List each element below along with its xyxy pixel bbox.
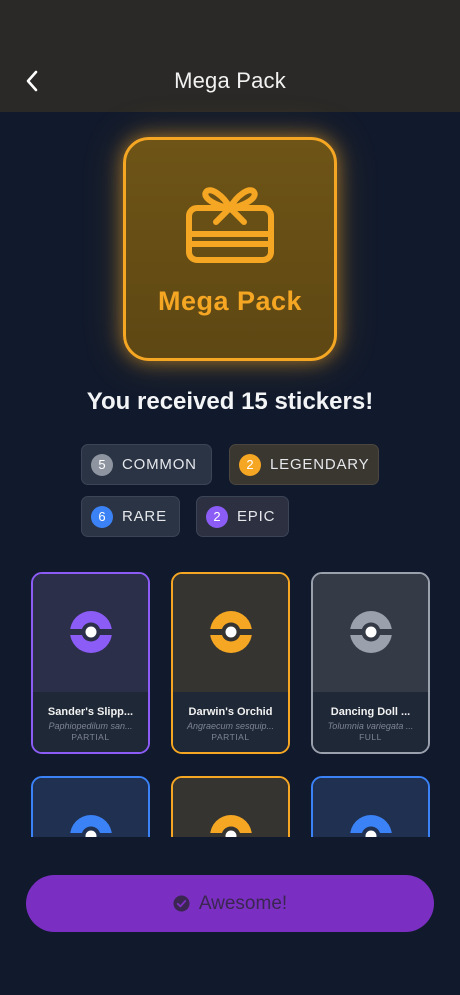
page-title: Mega Pack [174, 68, 286, 93]
awesome-button[interactable]: Awesome! [26, 875, 434, 932]
sticker-scientific-name: Angraecum sesquip... [186, 721, 275, 731]
sticker-name: Sander's Slipp... [47, 706, 134, 718]
check-circle-icon [173, 895, 190, 912]
pokeball-icon [210, 815, 252, 837]
status-bar [0, 0, 460, 50]
rarity-chip-epic: 2 EPIC [196, 496, 289, 537]
sticker-card[interactable]: Darwin's Orchid Angraecum sesquip... PAR… [171, 572, 290, 754]
sticker-scientific-name: Paphiopedilum san... [48, 721, 133, 731]
rarity-label: RARE [122, 508, 167, 525]
pokeball-icon [70, 815, 112, 837]
sticker-name: Darwin's Orchid [188, 706, 273, 718]
nav-bar: Mega Pack [0, 50, 460, 112]
sticker-scientific-name: Tolumnia variegata ... [327, 721, 414, 731]
sticker-status: FULL [359, 732, 382, 742]
received-summary: You received 15 stickers! [86, 388, 374, 415]
back-button[interactable] [14, 63, 50, 99]
count-badge: 2 [239, 453, 261, 476]
count-badge: 5 [91, 453, 113, 476]
pokeball-icon [70, 611, 112, 653]
awesome-button-label: Awesome! [198, 892, 288, 914]
sticker-card[interactable] [171, 776, 290, 837]
rarity-chip-legendary: 2 LEGENDARY [229, 444, 379, 485]
count-badge: 6 [91, 505, 113, 528]
sticker-status: PARTIAL [71, 732, 110, 742]
rarity-label: LEGENDARY [270, 456, 370, 473]
sticker-name: Dancing Doll ... [330, 706, 411, 718]
rarity-chip-common: 5 COMMON [81, 444, 212, 485]
sticker-card[interactable]: Dancing Doll ... Tolumnia variegata ... … [311, 572, 430, 754]
pokeball-icon [350, 611, 392, 653]
sticker-card[interactable]: Sander's Slipp... Paphiopedilum san... P… [31, 572, 150, 754]
rarity-chip-rare: 6 RARE [81, 496, 180, 537]
sticker-status: PARTIAL [211, 732, 250, 742]
sticker-card[interactable] [31, 776, 150, 837]
count-badge: 2 [206, 505, 228, 528]
rarity-label: EPIC [237, 508, 276, 525]
sticker-grid[interactable]: Sander's Slipp... Paphiopedilum san... P… [0, 565, 460, 837]
sticker-card[interactable] [311, 776, 430, 837]
pokeball-icon [350, 815, 392, 837]
rarity-label: COMMON [122, 456, 197, 473]
gift-card-icon [186, 187, 274, 263]
pack-name: Mega Pack [157, 286, 303, 316]
chevron-left-icon [26, 70, 38, 92]
pack-card: Mega Pack [123, 137, 337, 361]
pokeball-icon [210, 611, 252, 653]
